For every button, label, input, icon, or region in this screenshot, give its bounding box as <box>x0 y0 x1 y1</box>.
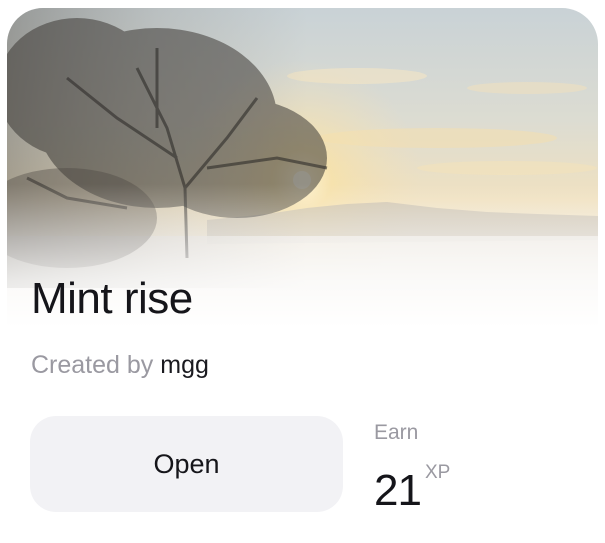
card-title: Mint rise <box>31 274 193 323</box>
open-button[interactable]: Open <box>30 416 343 512</box>
xp-unit: XP <box>425 462 451 484</box>
reward-value-row: 21 XP <box>374 453 450 513</box>
created-by-label: Created by <box>31 351 154 379</box>
creator-name[interactable]: mgg <box>160 351 209 379</box>
xp-amount: 21 <box>374 466 422 516</box>
reward-info: Earn 21 XP <box>374 420 450 513</box>
open-button-label: Open <box>153 448 220 479</box>
creator-line: Created by mgg <box>31 350 209 380</box>
content-card[interactable]: Mint rise Created by mgg Open Earn 21 XP <box>7 8 598 538</box>
earn-label: Earn <box>374 421 419 444</box>
